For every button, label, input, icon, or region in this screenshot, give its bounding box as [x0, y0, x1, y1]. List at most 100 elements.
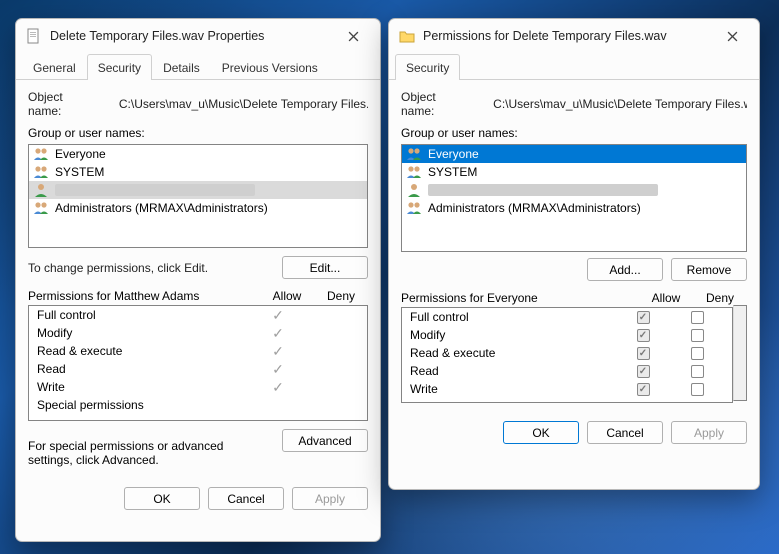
user-name: Everyone: [55, 147, 106, 161]
list-item[interactable]: Everyone: [402, 145, 746, 163]
permissions-header: Permissions for Everyone: [401, 291, 639, 305]
permission-name: Special permissions: [37, 398, 251, 412]
deny-checkbox[interactable]: [691, 347, 704, 360]
advanced-note: For special permissions or advanced sett…: [28, 439, 248, 467]
allow-checkbox[interactable]: [637, 383, 650, 396]
remove-button[interactable]: Remove: [671, 258, 747, 281]
user-icon: [33, 182, 49, 198]
list-item[interactable]: Administrators (MRMAX\Administrators): [402, 199, 746, 217]
folder-icon: [399, 28, 415, 44]
permission-name: Write: [410, 382, 616, 396]
permission-name: Modify: [410, 328, 616, 342]
group-icon: [406, 200, 422, 216]
user-name: Everyone: [428, 147, 479, 161]
edit-button[interactable]: Edit...: [282, 256, 368, 279]
tab-details[interactable]: Details: [152, 54, 211, 80]
tab-general[interactable]: General: [22, 54, 87, 80]
permission-name: Modify: [37, 326, 251, 340]
list-item[interactable]: Administrators (MRMAX\Administrators): [29, 199, 367, 217]
tab-security[interactable]: Security: [395, 54, 460, 80]
tabs: General Security Details Previous Versio…: [16, 53, 380, 80]
permission-name: Write: [37, 380, 251, 394]
permission-name: Full control: [37, 308, 251, 322]
object-name-value: C:\Users\mav_u\Music\Delete Temporary Fi…: [119, 97, 368, 111]
permission-row: Read✓: [29, 360, 367, 378]
permission-name: Full control: [410, 310, 616, 324]
allow-checkbox[interactable]: [637, 365, 650, 378]
permission-row: Read & execute✓: [29, 342, 367, 360]
deny-checkbox[interactable]: [691, 365, 704, 378]
allow-header: Allow: [639, 291, 693, 305]
group-icon: [33, 200, 49, 216]
ok-button[interactable]: OK: [503, 421, 579, 444]
group-icon: [406, 164, 422, 180]
checkmark-icon: ✓: [272, 361, 284, 377]
titlebar[interactable]: Delete Temporary Files.wav Properties: [16, 19, 380, 53]
file-icon: [26, 28, 42, 44]
close-button[interactable]: [715, 22, 749, 50]
permission-row: Write ✓: [29, 378, 367, 396]
deny-checkbox[interactable]: [691, 329, 704, 342]
advanced-button[interactable]: Advanced: [282, 429, 368, 452]
permissions-window: Permissions for Delete Temporary Files.w…: [388, 18, 760, 490]
deny-checkbox[interactable]: [691, 383, 704, 396]
checkmark-icon: ✓: [272, 379, 284, 395]
cancel-button[interactable]: Cancel: [587, 421, 663, 444]
checkmark-icon: ✓: [272, 307, 284, 323]
list-item[interactable]: SYSTEM: [402, 163, 746, 181]
allow-checkbox[interactable]: [637, 329, 650, 342]
tab-previous-versions[interactable]: Previous Versions: [211, 54, 329, 80]
window-title: Permissions for Delete Temporary Files.w…: [423, 29, 715, 43]
permission-row: Modify: [402, 326, 732, 344]
deny-header: Deny: [314, 289, 368, 303]
group-user-list[interactable]: Everyone SYSTEM Administrators (MRMAX\Admi…: [28, 144, 368, 248]
allow-cell: ✓: [251, 362, 305, 377]
apply-button[interactable]: Apply: [292, 487, 368, 510]
deny-checkbox[interactable]: [691, 311, 704, 324]
allow-cell: ✓: [251, 326, 305, 341]
object-name-label: Object name:: [401, 90, 469, 118]
window-title: Delete Temporary Files.wav Properties: [50, 29, 336, 43]
add-button[interactable]: Add...: [587, 258, 663, 281]
permission-row: Modify✓: [29, 324, 367, 342]
permission-row: Read: [402, 362, 732, 380]
allow-checkbox[interactable]: [637, 311, 650, 324]
titlebar[interactable]: Permissions for Delete Temporary Files.w…: [389, 19, 759, 53]
group-icon: [406, 146, 422, 162]
allow-cell: ✓: [251, 380, 305, 395]
list-item[interactable]: SYSTEM: [29, 163, 367, 181]
list-item[interactable]: [402, 181, 746, 199]
apply-button[interactable]: Apply: [671, 421, 747, 444]
list-item[interactable]: [29, 181, 367, 199]
allow-cell: ✓: [251, 344, 305, 359]
permission-row: Full control ✓: [29, 306, 367, 324]
allow-checkbox[interactable]: [637, 347, 650, 360]
scrollbar[interactable]: [733, 305, 747, 401]
permissions-list: Full control✓Modify✓Read & execute✓Read✓…: [28, 305, 368, 421]
redacted-name: [428, 184, 658, 196]
allow-cell: ✓: [251, 308, 305, 323]
tab-security[interactable]: Security: [87, 54, 152, 80]
user-name: SYSTEM: [55, 165, 104, 179]
close-button[interactable]: [336, 22, 370, 50]
user-icon: [406, 182, 422, 198]
change-permissions-note: To change permissions, click Edit.: [28, 261, 282, 275]
deny-header: Deny: [693, 291, 747, 305]
dialog-buttons: OK Cancel Apply: [389, 417, 759, 454]
tabs: Security: [389, 53, 759, 80]
group-user-list[interactable]: Everyone SYSTEM Administrators (MRMAX\Admi…: [401, 144, 747, 252]
permission-row: Special permissions: [29, 396, 367, 414]
redacted-name: [55, 184, 255, 196]
permission-row: Write: [402, 380, 732, 398]
permission-name: Read & execute: [410, 346, 616, 360]
permissions-header: Permissions for Matthew Adams: [28, 289, 260, 303]
ok-button[interactable]: OK: [124, 487, 200, 510]
list-item[interactable]: Everyone: [29, 145, 367, 163]
cancel-button[interactable]: Cancel: [208, 487, 284, 510]
permissions-list: Full control Modify Read & execute Read Writ…: [401, 307, 733, 403]
group-user-label: Group or user names:: [28, 126, 368, 140]
properties-window: Delete Temporary Files.wav Properties Ge…: [15, 18, 381, 542]
permission-row: Full control: [402, 308, 732, 326]
user-name: Administrators (MRMAX\Administrators): [428, 201, 641, 215]
group-icon: [33, 146, 49, 162]
